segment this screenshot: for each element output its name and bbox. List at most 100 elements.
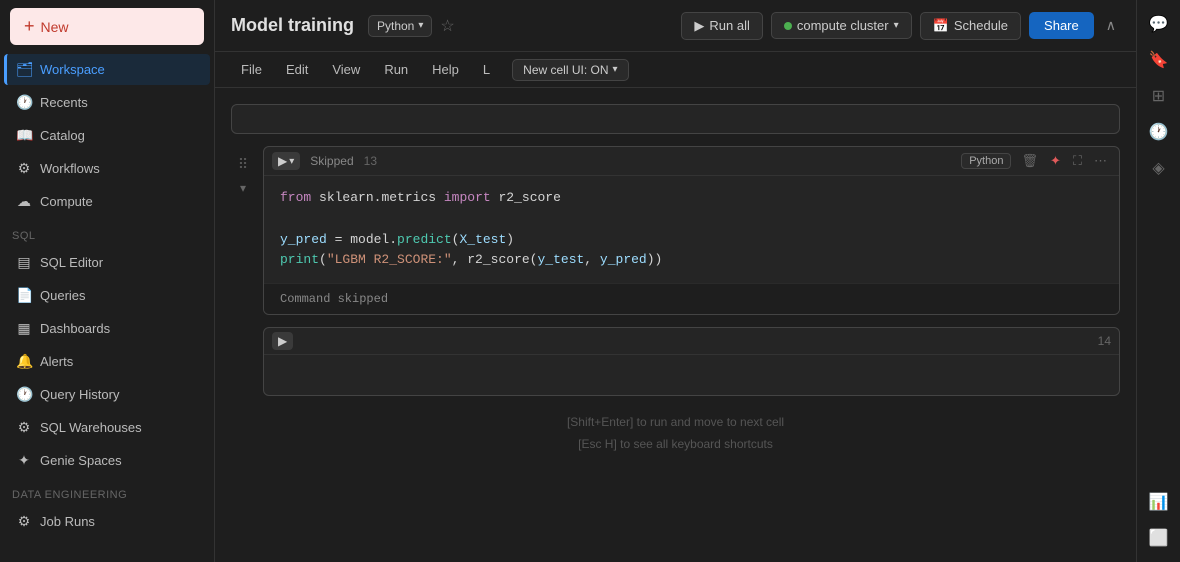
cluster-selector[interactable]: compute cluster ▾ [771,12,912,39]
sidebar-item-query-history[interactable]: 🕐 Query History [4,379,210,410]
query-history-icon: 🕐 [16,386,32,403]
menubar: File Edit View Run Help L New cell UI: O… [215,52,1136,88]
hint-2: [Esc H] to see all keyboard shortcuts [231,434,1120,456]
share-button[interactable]: Share [1029,12,1094,39]
left-sidebar: + New 🗂 Workspace 🕐 Recents 📖 Catalog ⚙ … [0,0,215,562]
cell-13-body: ▶ ▾ Skipped 13 Python 🗑 ✦ ⛶ ⋯ from sk [263,146,1120,315]
schedule-button[interactable]: 📅 Schedule [920,12,1021,40]
cell-14-header: ▶ 14 [264,328,1119,355]
sidebar-item-label: Queries [40,288,86,303]
sidebar-item-recents[interactable]: 🕐 Recents [4,87,210,118]
right-history-icon[interactable]: 🕐 [1143,116,1175,148]
alerts-icon: 🔔 [16,353,32,370]
language-label: Python [377,19,414,33]
table-row: ⠿ ▾ ▶ ▾ Skipped 13 Python 🗑 ✦ ⛶ [231,146,1120,315]
menu-help[interactable]: Help [422,58,469,81]
cell-14-body: ▶ 14 [263,327,1120,396]
cluster-label: compute cluster [797,18,889,33]
cell-more-button[interactable]: ⋯ [1090,151,1111,171]
sidebar-item-queries[interactable]: 📄 Queries [4,280,210,311]
cell-13-status: Skipped [306,154,357,168]
topbar-collapse-icon[interactable]: ∧ [1102,13,1120,38]
cell-14-run-button[interactable]: ▶ [272,332,293,350]
cell-13-language: Python [961,153,1011,169]
menu-view[interactable]: View [322,58,370,81]
cluster-status-dot [784,22,792,30]
cell-13-number: 13 [364,154,377,168]
right-sidebar: 💬 🔖 ⊞ 🕐 ◈ 📊 ⬜ [1136,0,1180,562]
drag-handle-icon[interactable]: ⠿ [238,156,248,173]
share-label: Share [1044,18,1079,33]
sidebar-item-label: Genie Spaces [40,453,122,468]
new-cell-chevron-icon: ▾ [613,64,618,75]
sidebar-item-catalog[interactable]: 📖 Catalog [4,120,210,151]
run-triangle-icon: ▶ [278,154,287,168]
cell-14-code[interactable] [264,355,1119,395]
sidebar-item-alerts[interactable]: 🔔 Alerts [4,346,210,377]
cell-13-run-button[interactable]: ▶ ▾ [272,152,300,170]
cell-13-code[interactable]: from sklearn.metrics import r2_score y_p… [264,176,1119,283]
calendar-icon: 📅 [933,18,949,34]
new-cell-toggle[interactable]: New cell UI: ON ▾ [512,59,628,81]
sidebar-item-sql-editor[interactable]: ▤ SQL Editor [4,247,210,278]
sidebar-item-label: Workflows [40,161,100,176]
cell-13-actions: 🗑 ✦ ⛶ ⋯ [1017,151,1111,171]
right-bottom-icon[interactable]: ⬜ [1143,522,1175,554]
sidebar-item-label: SQL Editor [40,255,103,270]
notebook-hints: [Shift+Enter] to run and move to next ce… [231,412,1120,455]
cell-13-output: Command skipped [264,283,1119,314]
cell-delete-button[interactable]: 🗑 [1017,151,1042,171]
run-all-label: Run all [709,18,749,33]
schedule-label: Schedule [954,18,1008,33]
sidebar-item-label: Dashboards [40,321,110,336]
sidebar-item-genie-spaces[interactable]: ✦ Genie Spaces [4,445,210,476]
right-grid-icon[interactable]: ⊞ [1143,80,1175,112]
language-chevron-icon: ▾ [418,20,423,31]
sidebar-item-workflows[interactable]: ⚙ Workflows [4,153,210,184]
sidebar-item-label: Alerts [40,354,73,369]
workflows-icon: ⚙ [16,160,32,177]
cell-expand-button[interactable]: ⛶ [1069,151,1086,171]
notebook-title: Model training [231,15,354,36]
language-selector[interactable]: Python ▾ [368,15,432,37]
right-bookmark-icon[interactable]: 🔖 [1143,44,1175,76]
catalog-icon: 📖 [16,127,32,144]
plus-icon: + [24,16,35,37]
cell-partial-top [231,104,1120,134]
queries-icon: 📄 [16,287,32,304]
menu-run[interactable]: Run [374,58,418,81]
cell-partial-body [231,104,1120,134]
job-runs-icon: ⚙ [16,513,32,530]
sql-section-label: SQL [0,218,214,246]
menu-l[interactable]: L [473,58,500,81]
workspace-icon: 🗂 [16,61,32,78]
star-button[interactable]: ☆ [440,16,454,36]
run-all-button[interactable]: ▶ Run all [681,12,762,40]
new-button[interactable]: + New [10,8,204,45]
sidebar-item-sql-warehouses[interactable]: ⚙ SQL Warehouses [4,412,210,443]
right-chat-icon[interactable]: 💬 [1143,8,1175,40]
topbar: Model training Python ▾ ☆ ▶ Run all comp… [215,0,1136,52]
sidebar-item-compute[interactable]: ☁ Compute [4,186,210,217]
cell-14-gutter: ⠿ [231,327,255,354]
menu-file[interactable]: File [231,58,272,81]
sidebar-item-label: Job Runs [40,514,95,529]
sidebar-item-label: SQL Warehouses [40,420,142,435]
sidebar-item-job-runs[interactable]: ⚙ Job Runs [4,506,210,537]
cell-14-number: 14 [1098,334,1111,348]
collapse-icon[interactable]: ▾ [240,181,246,195]
right-code-icon[interactable]: ◈ [1143,152,1175,184]
cluster-chevron-icon: ▾ [894,20,899,31]
sidebar-item-dashboards[interactable]: ▦ Dashboards [4,313,210,344]
menu-edit[interactable]: Edit [276,58,318,81]
sidebar-item-workspace[interactable]: 🗂 Workspace [4,54,210,85]
run-icon: ▶ [694,18,704,34]
run-chevron-icon: ▾ [289,156,294,167]
sidebar-item-label: Compute [40,194,93,209]
genie-spaces-icon: ✦ [16,452,32,469]
right-chart-icon[interactable]: 📊 [1143,486,1175,518]
sidebar-item-label: Recents [40,95,88,110]
sql-editor-icon: ▤ [16,254,32,271]
hint-1: [Shift+Enter] to run and move to next ce… [231,412,1120,434]
cell-ai-button[interactable]: ✦ [1046,151,1065,171]
